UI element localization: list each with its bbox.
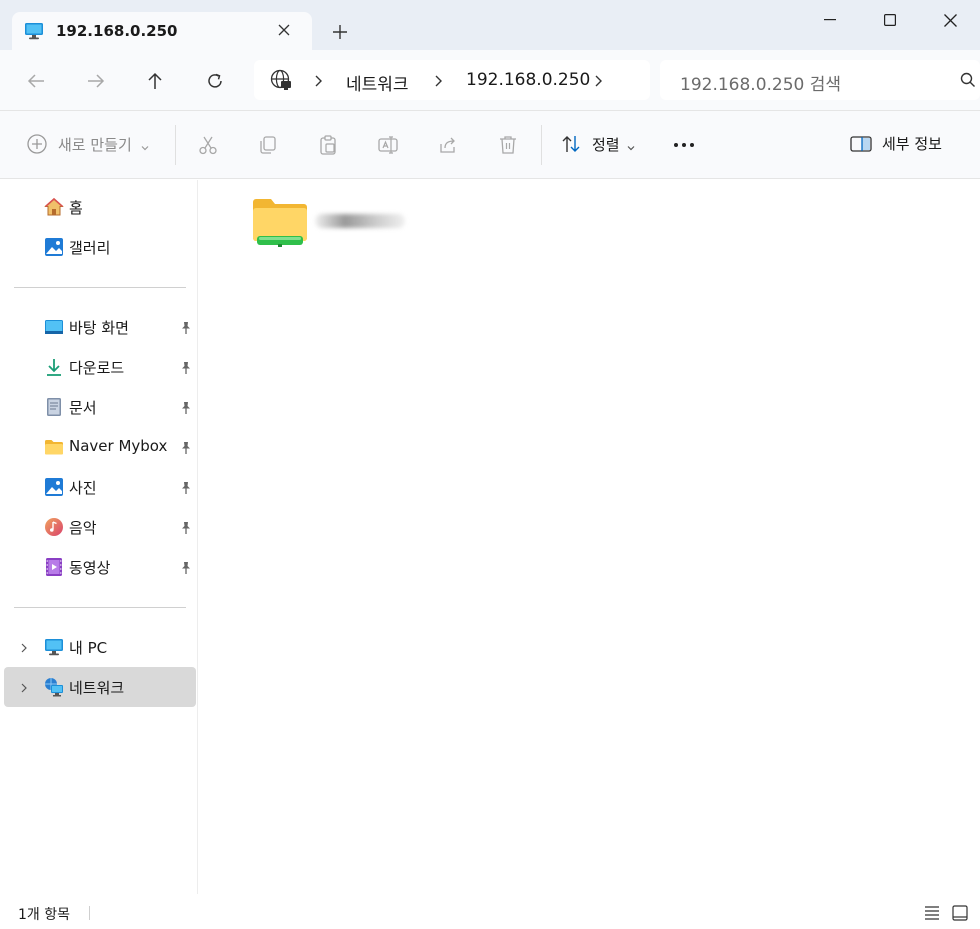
navigation-bar: 네트워크 192.168.0.250 192.168.0.250 검색	[0, 50, 980, 111]
chevron-down-icon	[140, 139, 150, 151]
file-list	[199, 180, 980, 894]
up-button[interactable]	[137, 64, 173, 98]
paste-icon[interactable]	[316, 133, 340, 157]
sidebar-item-gallery[interactable]: 갤러리	[4, 227, 196, 267]
chevron-down-icon	[626, 139, 636, 151]
refresh-button[interactable]	[197, 64, 233, 98]
search-input[interactable]: 192.168.0.250 검색	[680, 70, 841, 95]
minimize-button[interactable]	[800, 0, 860, 40]
details-pane-button[interactable]: 세부 정보	[850, 133, 942, 154]
new-button[interactable]: 새로 만들기	[26, 133, 150, 155]
sidebar-item-label: 문서	[69, 399, 97, 417]
sidebar-item-network[interactable]: 네트워크	[4, 667, 196, 707]
breadcrumb-network[interactable]: 네트워크	[346, 70, 409, 95]
rename-icon[interactable]	[376, 133, 400, 157]
maximize-button[interactable]	[860, 0, 920, 40]
sidebar-item-music[interactable]: 음악	[4, 507, 196, 547]
tab-current[interactable]: 192.168.0.250	[12, 12, 312, 50]
details-view-icon[interactable]	[923, 904, 941, 922]
desktop-icon	[44, 317, 64, 337]
sidebar-divider	[14, 607, 186, 608]
sidebar-item-this-pc[interactable]: 내 PC	[4, 627, 196, 667]
pin-icon[interactable]	[180, 520, 192, 534]
status-divider	[89, 906, 90, 920]
toolbar-divider	[175, 125, 176, 165]
large-icons-view-icon[interactable]	[951, 904, 969, 922]
sidebar-item-desktop[interactable]: 바탕 화면	[4, 307, 196, 347]
folder-icon	[44, 437, 64, 457]
details-pane-label: 세부 정보	[882, 135, 942, 153]
sidebar-item-label: 바탕 화면	[69, 319, 129, 337]
close-window-button[interactable]	[920, 0, 980, 40]
navigation-pane: 홈 갤러리 바탕 화면 다운로드 문서 Naver Mybox 사진 음악 동영…	[0, 180, 198, 894]
pin-icon[interactable]	[180, 320, 192, 334]
shared-folder-item[interactable]	[249, 194, 419, 254]
sort-button-label: 정렬	[592, 135, 620, 154]
chevron-right-icon[interactable]	[312, 73, 326, 87]
home-icon	[44, 197, 64, 217]
title-bar: 192.168.0.250	[0, 0, 980, 50]
this-pc-icon	[44, 637, 64, 657]
sidebar-item-pictures[interactable]: 사진	[4, 467, 196, 507]
pin-icon[interactable]	[180, 360, 192, 374]
pin-icon[interactable]	[180, 440, 192, 454]
more-options-icon[interactable]	[670, 133, 698, 157]
sidebar-item-label: 음악	[69, 519, 97, 537]
pin-icon[interactable]	[180, 480, 192, 494]
sidebar-item-videos[interactable]: 동영상	[4, 547, 196, 587]
network-globe-icon	[270, 69, 292, 91]
sort-button[interactable]: 정렬	[560, 133, 636, 155]
network-icon	[44, 677, 64, 697]
chevron-right-icon[interactable]	[592, 73, 606, 87]
tab-title: 192.168.0.250	[56, 22, 178, 40]
sidebar-item-naver-mybox[interactable]: Naver Mybox	[4, 427, 196, 467]
copy-icon[interactable]	[256, 133, 280, 157]
close-tab-icon[interactable]	[274, 20, 294, 40]
gallery-icon	[44, 237, 64, 257]
chevron-right-icon[interactable]	[432, 73, 446, 87]
video-icon	[44, 557, 64, 577]
item-count: 1개 항목	[18, 907, 70, 923]
document-icon	[44, 397, 64, 417]
forward-button[interactable]	[78, 64, 114, 98]
sidebar-item-label: 다운로드	[69, 359, 125, 377]
music-icon	[44, 517, 64, 537]
delete-icon[interactable]	[496, 133, 520, 157]
address-bar[interactable]: 네트워크 192.168.0.250	[254, 60, 650, 100]
network-folder-icon	[253, 198, 307, 248]
sidebar-item-label: 사진	[69, 479, 97, 497]
sidebar-divider	[14, 287, 186, 288]
sort-icon	[560, 133, 582, 155]
new-button-label: 새로 만들기	[58, 135, 132, 154]
search-icon[interactable]	[960, 72, 976, 88]
sidebar-item-home[interactable]: 홈	[4, 187, 196, 227]
status-bar: 1개 항목	[0, 894, 980, 929]
command-bar: 새로 만들기 정렬 세부 정보	[0, 111, 980, 179]
sidebar-item-documents[interactable]: 문서	[4, 387, 196, 427]
search-box[interactable]: 192.168.0.250 검색	[660, 60, 980, 100]
new-tab-button[interactable]	[326, 18, 354, 46]
chevron-right-icon[interactable]	[18, 640, 30, 654]
sidebar-item-label: 동영상	[69, 559, 111, 577]
sidebar-item-label: 내 PC	[69, 639, 108, 657]
pin-icon[interactable]	[180, 400, 192, 414]
chevron-right-icon[interactable]	[18, 680, 30, 694]
sidebar-item-downloads[interactable]: 다운로드	[4, 347, 196, 387]
breadcrumb-host[interactable]: 192.168.0.250	[466, 70, 590, 90]
cut-icon[interactable]	[196, 133, 220, 157]
pin-icon[interactable]	[180, 560, 192, 574]
sidebar-item-label: 네트워크	[69, 679, 125, 697]
back-button[interactable]	[18, 64, 54, 98]
pictures-icon	[44, 477, 64, 497]
add-circle-icon	[26, 133, 48, 155]
toolbar-divider	[541, 125, 542, 165]
folder-name-blurred	[315, 214, 405, 228]
download-icon	[44, 357, 64, 377]
details-pane-icon	[850, 135, 872, 153]
sidebar-item-label: 홈	[69, 199, 83, 217]
sidebar-item-label: Naver Mybox	[69, 437, 168, 455]
sidebar-item-label: 갤러리	[69, 239, 111, 257]
share-icon[interactable]	[436, 133, 460, 157]
computer-icon	[24, 22, 44, 40]
